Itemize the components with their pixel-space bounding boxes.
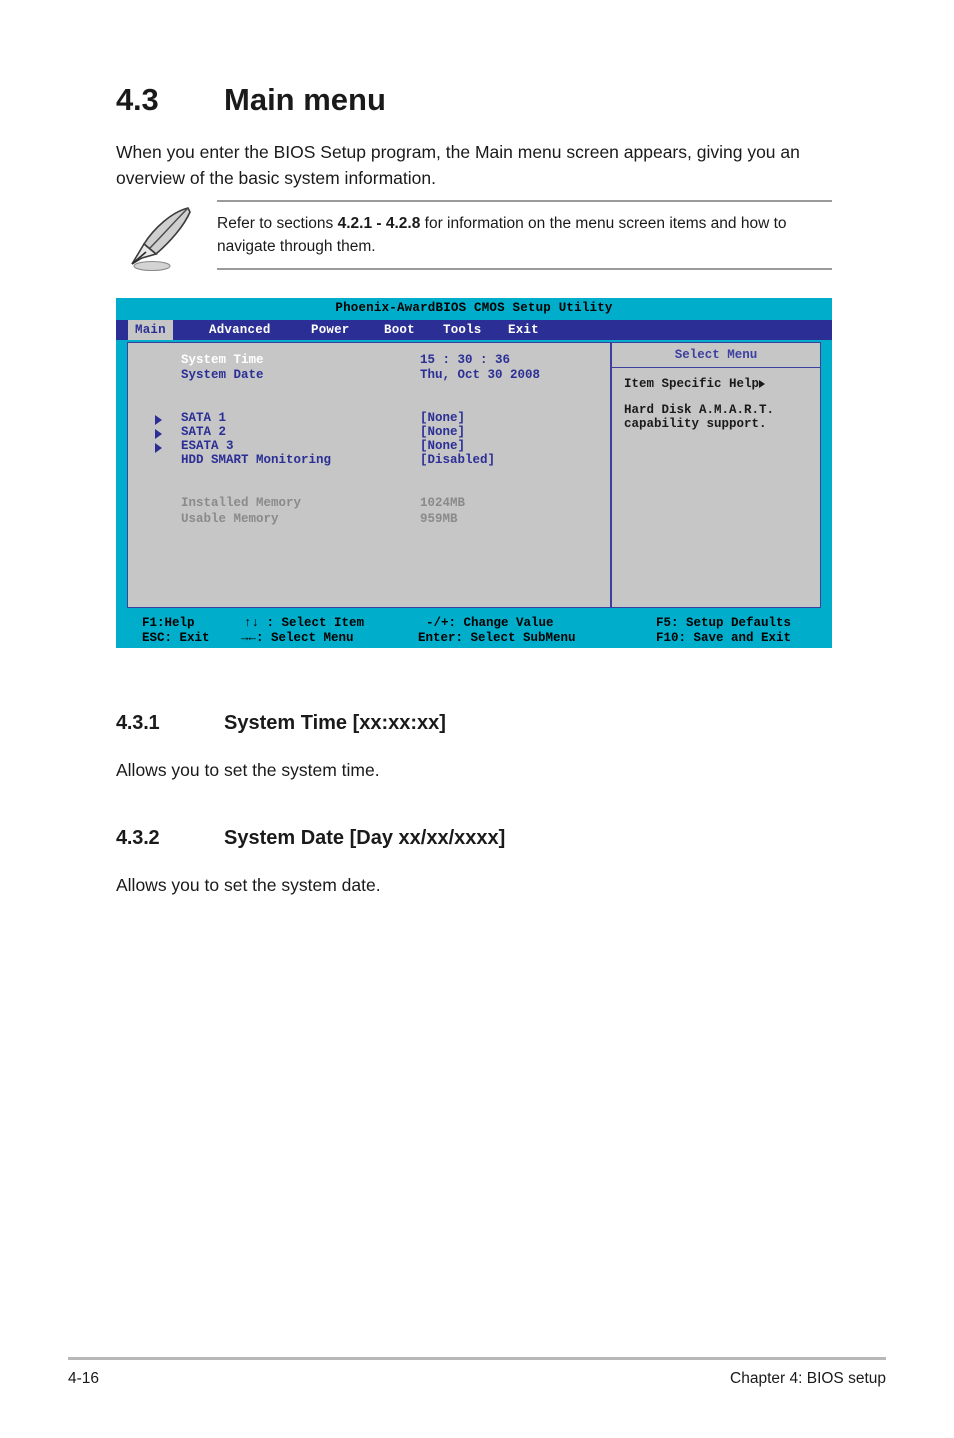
legend-select-submenu: Enter: Select SubMenu	[418, 631, 576, 645]
bios-label-system-time: System Time	[181, 353, 264, 367]
bios-row-sata-1[interactable]: SATA 1 [None]	[128, 411, 610, 426]
bios-legend-bar: F1:Help ESC: Exit ↑↓ : Select Item →←: S…	[116, 612, 832, 648]
bios-title: Phoenix-AwardBIOS CMOS Setup Utility	[335, 301, 613, 315]
bios-setup-screen: Phoenix-AwardBIOS CMOS Setup Utility Mai…	[116, 298, 832, 648]
bios-label-sata-2: SATA 2	[181, 425, 227, 439]
help-line-1: Hard Disk A.M.A.R.T.	[624, 402, 775, 417]
note-text: Refer to sections 4.2.1 - 4.2.8 for info…	[217, 212, 827, 258]
legend-select-item: ↑↓ : Select Item	[244, 616, 365, 630]
bios-value-sata-1[interactable]: [None]	[420, 411, 465, 426]
bios-value-installed-memory: 1024MB	[420, 496, 466, 510]
section-heading-4-3-2: 4.3.2 System Date [Day xx/xx/xxxx]	[116, 827, 505, 850]
legend-f1-help: F1:Help	[142, 616, 195, 630]
bios-row-system-time[interactable]: System Time 15 : 30 : 36	[128, 353, 610, 368]
bios-value-esata-3[interactable]: [None]	[420, 439, 465, 454]
help-heading: Item Specific Help	[624, 377, 760, 391]
bios-item-list: System Time 15 : 30 : 36 System Date Thu…	[128, 343, 610, 607]
bios-row-esata-3[interactable]: ESATA 3 [None]	[128, 439, 610, 454]
subsection-title: System Date [Day xx/xx/xxxx]	[224, 827, 506, 849]
legend-save-and-exit: F10: Save and Exit	[656, 631, 792, 645]
bios-body: System Time 15 : 30 : 36 System Date Thu…	[127, 342, 821, 608]
note-text-bold: 4.2.1 - 4.2.8	[337, 215, 421, 232]
help-panel-body: Item Specific Help Hard Disk A.M.A.R.T. …	[624, 377, 819, 432]
footer-rule	[68, 1357, 886, 1360]
help-heading-row: Item Specific Help	[624, 377, 819, 392]
legend-change-value: -/+: Change Value	[426, 616, 554, 630]
section-title: Main menu	[224, 82, 386, 117]
triangle-right-icon	[759, 380, 766, 388]
manual-page: 4.3 Main menu When you enter the BIOS Se…	[0, 0, 954, 1438]
legend-esc-exit: ESC: Exit	[142, 631, 210, 645]
bios-row-system-date[interactable]: System Date Thu, Oct 30 2008	[128, 368, 610, 383]
quill-pen-icon	[126, 202, 210, 272]
tab-tools[interactable]: Tools	[436, 320, 489, 340]
submenu-triangle-icon	[155, 415, 162, 425]
note-rule-top	[217, 200, 832, 202]
bios-label-installed-memory: Installed Memory	[181, 496, 302, 510]
section-heading-4-3: 4.3 Main menu	[116, 82, 386, 118]
section-number: 4.3	[116, 82, 159, 117]
legend-setup-defaults: F5: Setup Defaults	[656, 616, 792, 630]
note-callout: Refer to sections 4.2.1 - 4.2.8 for info…	[116, 200, 832, 272]
bios-label-usable-memory: Usable Memory	[181, 512, 279, 526]
subsection-title: System Time [xx:xx:xx]	[224, 712, 446, 734]
intro-paragraph: When you enter the BIOS Setup program, t…	[116, 142, 800, 188]
page-number: 4-16	[68, 1370, 100, 1387]
bios-row-hdd-smart-monitoring[interactable]: HDD SMART Monitoring [Disabled]	[128, 453, 610, 468]
bios-value-system-date[interactable]: Thu, Oct 30 2008	[420, 368, 540, 383]
help-panel-title: Select Menu	[612, 343, 820, 368]
tab-boot[interactable]: Boot	[377, 320, 422, 340]
bios-label-esata-3: ESATA 3	[181, 439, 234, 453]
subsection-body-4-3-2: Allows you to set the system date.	[116, 875, 381, 895]
tab-exit[interactable]: Exit	[501, 320, 546, 340]
tab-power[interactable]: Power	[304, 320, 357, 340]
tab-advanced[interactable]: Advanced	[202, 320, 278, 340]
submenu-triangle-icon	[155, 429, 162, 439]
bios-value-hdd-smart-monitoring[interactable]: [Disabled]	[420, 453, 495, 468]
note-text-before: Refer to sections	[217, 215, 338, 232]
subsection-number: 4.3.1	[116, 712, 160, 734]
legend-select-menu: →←: Select Menu	[241, 631, 354, 645]
section-heading-4-3-1: 4.3.1 System Time [xx:xx:xx]	[116, 712, 446, 735]
bios-value-system-time[interactable]: 15 : 30 : 36	[420, 353, 510, 368]
bios-label-system-date: System Date	[181, 368, 264, 382]
bios-label-sata-1: SATA 1	[181, 411, 227, 425]
help-spacer	[624, 392, 819, 403]
tab-main[interactable]: Main	[128, 320, 173, 340]
bios-row-installed-memory: Installed Memory 1024MB	[128, 496, 610, 511]
bios-row-sata-2[interactable]: SATA 2 [None]	[128, 425, 610, 440]
submenu-triangle-icon	[155, 443, 162, 453]
bios-help-panel: Select Menu Item Specific Help Hard Disk…	[612, 343, 820, 607]
help-line-2: capability support.	[624, 417, 767, 432]
bios-value-sata-2[interactable]: [None]	[420, 425, 465, 440]
note-rule-bottom	[217, 268, 832, 270]
subsection-body-4-3-1: Allows you to set the system time.	[116, 760, 380, 780]
bios-row-usable-memory: Usable Memory 959MB	[128, 512, 610, 527]
bios-menu-bar: Main Advanced Power Boot Tools Exit	[116, 320, 832, 340]
bios-value-usable-memory: 959MB	[420, 512, 458, 526]
subsection-number: 4.3.2	[116, 827, 160, 849]
footer-chapter: Chapter 4: BIOS setup	[730, 1370, 886, 1387]
bios-label-hdd-smart-monitoring: HDD SMART Monitoring	[181, 453, 332, 467]
